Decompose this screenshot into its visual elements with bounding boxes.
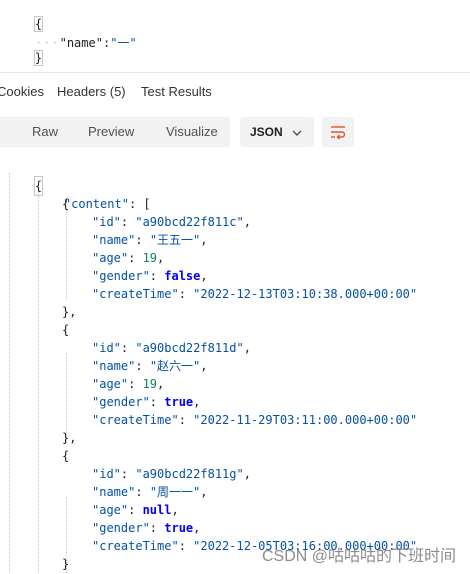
indent-guide — [38, 191, 39, 573]
field-value: "周一一" — [149, 485, 201, 499]
chevron-down-icon — [292, 125, 302, 143]
wrap-lines-icon — [331, 126, 346, 140]
field-value: "a90bcd22f811g" — [135, 467, 244, 481]
field-key: "age" — [92, 503, 129, 517]
field-value: 19 — [142, 251, 158, 265]
body-value: "一" — [110, 36, 137, 50]
field-key: "id" — [92, 215, 121, 229]
watermark: CSDN @咕咕咕的下班时间 — [261, 548, 456, 565]
tab-headers[interactable]: Headers (5) — [57, 84, 126, 99]
item-2-name: "name": "周一一", — [92, 485, 208, 499]
field-key: "createTime" — [92, 413, 179, 427]
object-close: }, — [62, 305, 77, 319]
body-key: "name" — [59, 36, 103, 50]
field-key: "id" — [92, 341, 121, 355]
item-1-id: "id": "a90bcd22f811d", — [92, 341, 251, 355]
object-close: } — [62, 557, 70, 571]
response-json-viewer[interactable]: { "content": [ {"id": "a90bcd22f811c", "n… — [0, 155, 470, 574]
item-close-0: }, — [62, 303, 76, 321]
item-0-id: "id": "a90bcd22f811c", — [92, 215, 251, 229]
object-open: { — [62, 197, 70, 211]
item-1-name: "name": "赵六一", — [92, 359, 208, 373]
field-key: "gender" — [92, 521, 150, 535]
field-value: true — [164, 521, 194, 535]
field-key: "name" — [92, 233, 136, 247]
item-1-age: "age": 19, — [92, 377, 165, 391]
item-open-0: { — [62, 195, 69, 213]
item-0-name: "name": "王五一", — [92, 233, 208, 247]
item-2-id: "id": "a90bcd22f811g", — [92, 467, 251, 481]
format-select[interactable]: JSON — [240, 117, 314, 147]
item-close-2: } — [62, 555, 69, 573]
field-key: "id" — [92, 467, 121, 481]
content-key: "content" — [63, 197, 129, 211]
item-0-createTime: "createTime": "2022-12-13T03:10:38.000+0… — [92, 287, 418, 301]
field-value: "赵六一" — [149, 359, 201, 373]
field-key: "age" — [92, 377, 129, 391]
field-value: "2022-12-13T03:10:38.000+00:00" — [193, 287, 418, 301]
tab-cookies[interactable]: Cookies — [0, 84, 44, 99]
field-key: "name" — [92, 359, 136, 373]
response-tabs: Cookies Headers (5) Test Results — [0, 80, 470, 106]
field-key: "gender" — [92, 269, 150, 283]
object-close: }, — [62, 431, 77, 445]
item-1-gender: "gender": true, — [92, 395, 201, 409]
field-value: "王五一" — [149, 233, 201, 247]
visualize-button[interactable]: Visualize — [166, 124, 218, 139]
raw-button[interactable]: Raw — [32, 124, 58, 139]
field-value: "a90bcd22f811c" — [135, 215, 244, 229]
object-open: { — [62, 323, 70, 337]
item-1-createTime: "createTime": "2022-11-29T03:11:00.000+0… — [92, 413, 418, 427]
editor-line-3: } — [6, 37, 44, 79]
wrap-lines-button[interactable] — [322, 117, 354, 147]
item-0-gender: "gender": false, — [92, 269, 208, 283]
item-open-1: { — [62, 321, 69, 339]
close-brace: } — [33, 50, 44, 66]
preview-button[interactable]: Preview — [88, 124, 134, 139]
field-key: "name" — [92, 485, 136, 499]
request-body-editor[interactable]: { ···"name":"一" } — [0, 0, 470, 73]
tab-test-results[interactable]: Test Results — [141, 84, 212, 99]
field-key: "age" — [92, 251, 129, 265]
field-key: "createTime" — [92, 539, 179, 553]
field-key: "createTime" — [92, 287, 179, 301]
item-0-age: "age": 19, — [92, 251, 165, 265]
field-value: false — [164, 269, 201, 283]
field-value: "2022-11-29T03:11:00.000+00:00" — [193, 413, 418, 427]
response-toolbar: Raw Preview Visualize JSON — [0, 117, 470, 149]
field-value: null — [142, 503, 172, 517]
indent-guide — [9, 173, 10, 573]
format-label: JSON — [250, 125, 283, 139]
object-open: { — [62, 449, 70, 463]
item-2-age: "age": null, — [92, 503, 179, 517]
field-value: 19 — [142, 377, 158, 391]
item-close-1: }, — [62, 429, 76, 447]
array-open: [ — [143, 197, 151, 211]
view-mode-group: Raw Preview Visualize — [0, 117, 230, 147]
item-2-gender: "gender": true, — [92, 521, 201, 535]
field-value: "a90bcd22f811d" — [135, 341, 244, 355]
field-key: "gender" — [92, 395, 150, 409]
field-value: true — [164, 395, 194, 409]
item-open-2: { — [62, 447, 69, 465]
